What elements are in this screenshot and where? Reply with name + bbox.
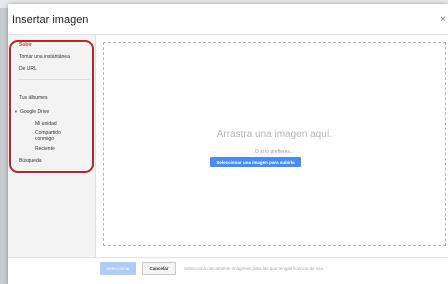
select-button[interactable]: Seleccionar xyxy=(100,262,136,275)
insert-image-dialog: Insertar imagen × Subir Tomar una instan… xyxy=(8,4,448,284)
close-icon[interactable]: × xyxy=(440,14,446,25)
drop-zone[interactable]: Arrastra una imagen aquí. O si lo prefie… xyxy=(103,42,446,246)
select-image-button[interactable]: Seleccionar una imagen para subirla xyxy=(210,157,301,167)
dialog-title: Insertar imagen xyxy=(12,14,89,26)
background-page-left xyxy=(0,8,8,284)
license-note: Selecciona únicamente imágenes para las … xyxy=(184,266,325,271)
cancel-button[interactable]: Cancelar xyxy=(142,262,176,275)
highlight-outline xyxy=(9,40,94,173)
divider xyxy=(8,257,448,258)
drop-title: Arrastra una imagen aquí. xyxy=(216,129,333,140)
drop-or-text: O si lo prefieres... xyxy=(254,149,295,155)
